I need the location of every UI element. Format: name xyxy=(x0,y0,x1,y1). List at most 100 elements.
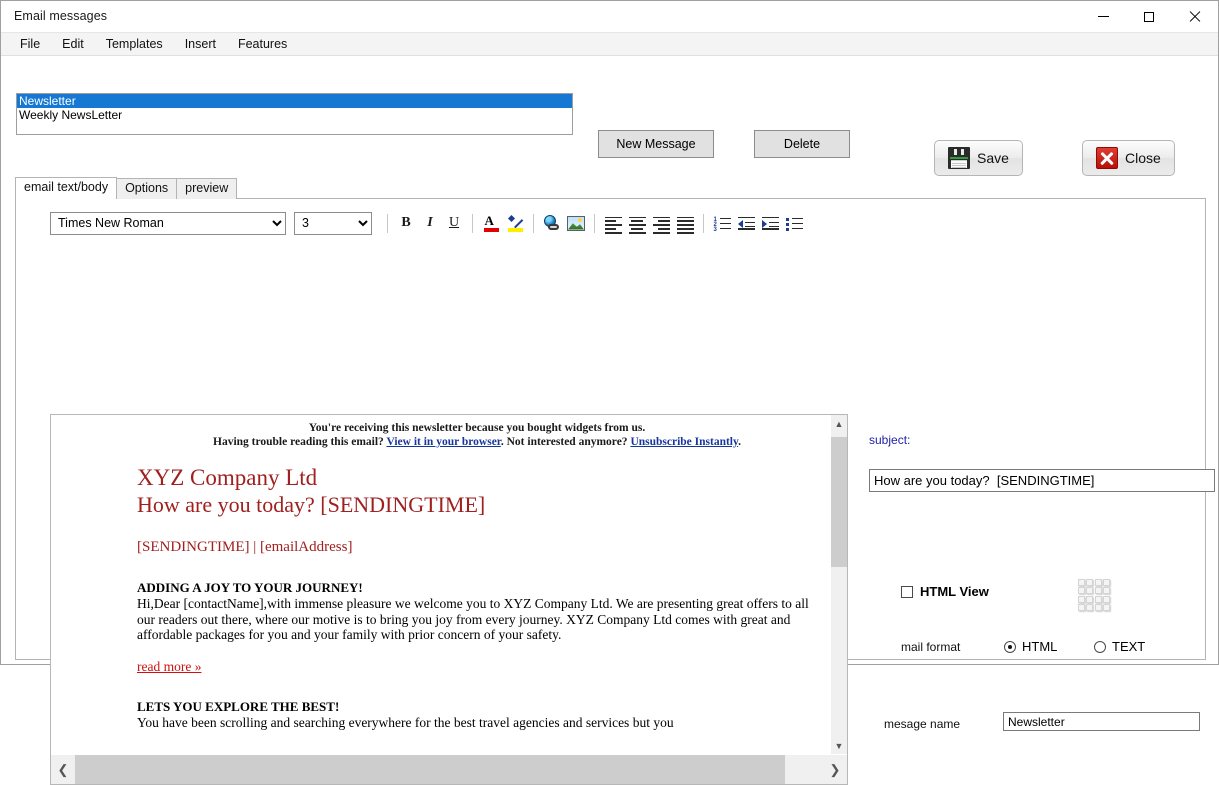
menu-templates[interactable]: Templates xyxy=(95,34,174,54)
scroll-up-icon[interactable]: ▲ xyxy=(831,415,847,432)
preheader-text-mid: . Not interested anymore? xyxy=(500,436,631,448)
grid-icon[interactable] xyxy=(1078,579,1110,611)
red-x-icon xyxy=(1096,147,1118,169)
message-name-input[interactable] xyxy=(1003,712,1200,731)
bulleted-list-button[interactable] xyxy=(782,212,806,234)
numbered-list-button[interactable]: 1 2 3 xyxy=(710,212,734,234)
unsubscribe-link[interactable]: Unsubscribe Instantly xyxy=(630,436,738,448)
subject-input[interactable] xyxy=(869,469,1215,492)
scroll-left-icon[interactable]: ❮ xyxy=(51,755,75,784)
italic-button[interactable]: I xyxy=(418,212,442,234)
subject-label: subject: xyxy=(869,433,911,447)
new-message-button[interactable]: New Message xyxy=(598,130,714,158)
delete-button[interactable]: Delete xyxy=(754,130,850,158)
highlight-button[interactable] xyxy=(503,212,527,234)
align-right-button[interactable] xyxy=(649,212,673,235)
toolbar-separator xyxy=(703,213,704,233)
email-body-editor[interactable]: You're receiving this newsletter because… xyxy=(50,414,848,785)
tab-strip: email text/body Options preview xyxy=(15,177,238,199)
editor-vertical-scrollbar[interactable]: ▲ ▼ xyxy=(831,415,847,754)
increase-indent-button[interactable] xyxy=(758,212,782,234)
email-heading-company: XYZ Company Ltd xyxy=(137,465,318,490)
font-size-select[interactable]: 3 xyxy=(294,211,372,235)
bulleted-list-icon xyxy=(785,217,803,231)
tab-preview[interactable]: preview xyxy=(176,178,238,199)
toolbar-separator xyxy=(472,213,473,233)
message-list[interactable]: Newsletter Weekly NewsLetter xyxy=(16,93,573,135)
scroll-down-icon[interactable]: ▼ xyxy=(831,737,847,754)
vertical-scroll-thumb[interactable] xyxy=(831,437,847,567)
menu-file[interactable]: File xyxy=(9,34,51,54)
message-name-label: mesage name xyxy=(884,717,961,731)
message-settings-pane: subject: HTML View mail format HTML TEXT xyxy=(856,399,1216,759)
toolbar-separator xyxy=(533,213,534,233)
editor-toolbar: Times New Roman 3 B I U A 1 2 3 xyxy=(50,211,806,235)
maximize-icon xyxy=(1144,11,1154,22)
font-family-select[interactable]: Times New Roman xyxy=(50,211,286,235)
underline-button[interactable]: U xyxy=(442,212,466,234)
align-left-button[interactable] xyxy=(601,212,625,235)
mail-format-html-option[interactable]: HTML xyxy=(1004,639,1057,654)
section-1-title: ADDING A JOY TO YOUR JOURNEY! xyxy=(137,580,363,595)
list-item[interactable]: Newsletter xyxy=(17,94,572,108)
insert-link-button[interactable] xyxy=(540,212,564,234)
font-color-button[interactable]: A xyxy=(479,212,503,234)
radio-text[interactable] xyxy=(1094,640,1106,653)
html-view-checkbox[interactable] xyxy=(901,585,913,598)
tab-zone: email text/body Options preview Times Ne… xyxy=(1,177,1218,785)
align-justify-icon xyxy=(676,216,694,235)
align-right-icon xyxy=(652,216,670,235)
tab-email-text-body[interactable]: email text/body xyxy=(15,177,118,199)
highlight-icon xyxy=(507,212,524,232)
menu-edit[interactable]: Edit xyxy=(51,34,95,54)
preheader-line-1: You're receiving this newsletter because… xyxy=(308,422,646,434)
close-button-label: Close xyxy=(1125,150,1161,166)
bold-button[interactable]: B xyxy=(394,212,418,234)
window-title: Email messages xyxy=(14,9,108,23)
email-body-document[interactable]: You're receiving this newsletter because… xyxy=(51,415,831,754)
minimize-icon xyxy=(1097,16,1109,17)
read-more-link[interactable]: read more » xyxy=(137,659,201,675)
view-in-browser-link[interactable]: View it in your browser xyxy=(386,436,500,448)
list-item[interactable]: Weekly NewsLetter xyxy=(17,108,572,122)
decrease-indent-icon xyxy=(737,216,755,230)
menu-features[interactable]: Features xyxy=(227,34,298,54)
insert-image-button[interactable] xyxy=(564,212,588,234)
close-button[interactable]: Close xyxy=(1082,140,1175,176)
font-color-icon: A xyxy=(483,213,500,232)
radio-text-label: TEXT xyxy=(1112,639,1146,654)
tab-options[interactable]: Options xyxy=(116,178,178,199)
radio-html-label: HTML xyxy=(1022,639,1058,654)
horizontal-scroll-thumb[interactable] xyxy=(75,755,785,784)
mail-format-text-option[interactable]: TEXT xyxy=(1094,639,1145,654)
save-button[interactable]: Save xyxy=(934,140,1023,176)
toolbar-separator xyxy=(594,213,595,233)
window-close-button[interactable] xyxy=(1172,1,1218,32)
menu-insert[interactable]: Insert xyxy=(174,34,227,54)
html-view-label: HTML View xyxy=(920,584,989,599)
app-window: Email messages File Edit Templates Inser… xyxy=(0,0,1219,785)
radio-html[interactable] xyxy=(1004,640,1016,653)
preheader-line-2: Having trouble reading this email? View … xyxy=(137,435,817,449)
maximize-button[interactable] xyxy=(1126,1,1172,32)
save-button-label: Save xyxy=(977,150,1009,166)
menu-bar: File Edit Templates Insert Features xyxy=(1,32,1218,56)
toolbar-separator xyxy=(387,213,388,233)
section-2-title: LETS YOU EXPLORE THE BEST! xyxy=(137,698,340,714)
horizontal-scroll-track[interactable] xyxy=(75,755,823,784)
scroll-right-icon[interactable]: ❯ xyxy=(823,755,847,784)
minimize-button[interactable] xyxy=(1080,1,1126,32)
section-1-body: Hi,Dear [contactName],with immense pleas… xyxy=(137,596,809,643)
insert-image-icon xyxy=(567,215,585,231)
email-meta-line: [SENDINGTIME] | [emailAddress] xyxy=(137,539,353,555)
align-justify-button[interactable] xyxy=(673,212,697,235)
preheader-text-end: . xyxy=(738,436,741,448)
email-heading-greeting: How are you today? [SENDINGTIME] xyxy=(137,492,486,517)
editor-horizontal-scrollbar[interactable]: ❮ ❯ xyxy=(51,755,847,784)
close-icon xyxy=(1189,11,1201,23)
html-view-checkbox-row[interactable]: HTML View xyxy=(901,584,989,599)
align-center-button[interactable] xyxy=(625,212,649,235)
tab-panel: Times New Roman 3 B I U A 1 2 3 You're r… xyxy=(15,198,1215,785)
decrease-indent-button[interactable] xyxy=(734,212,758,234)
align-left-icon xyxy=(604,216,622,235)
